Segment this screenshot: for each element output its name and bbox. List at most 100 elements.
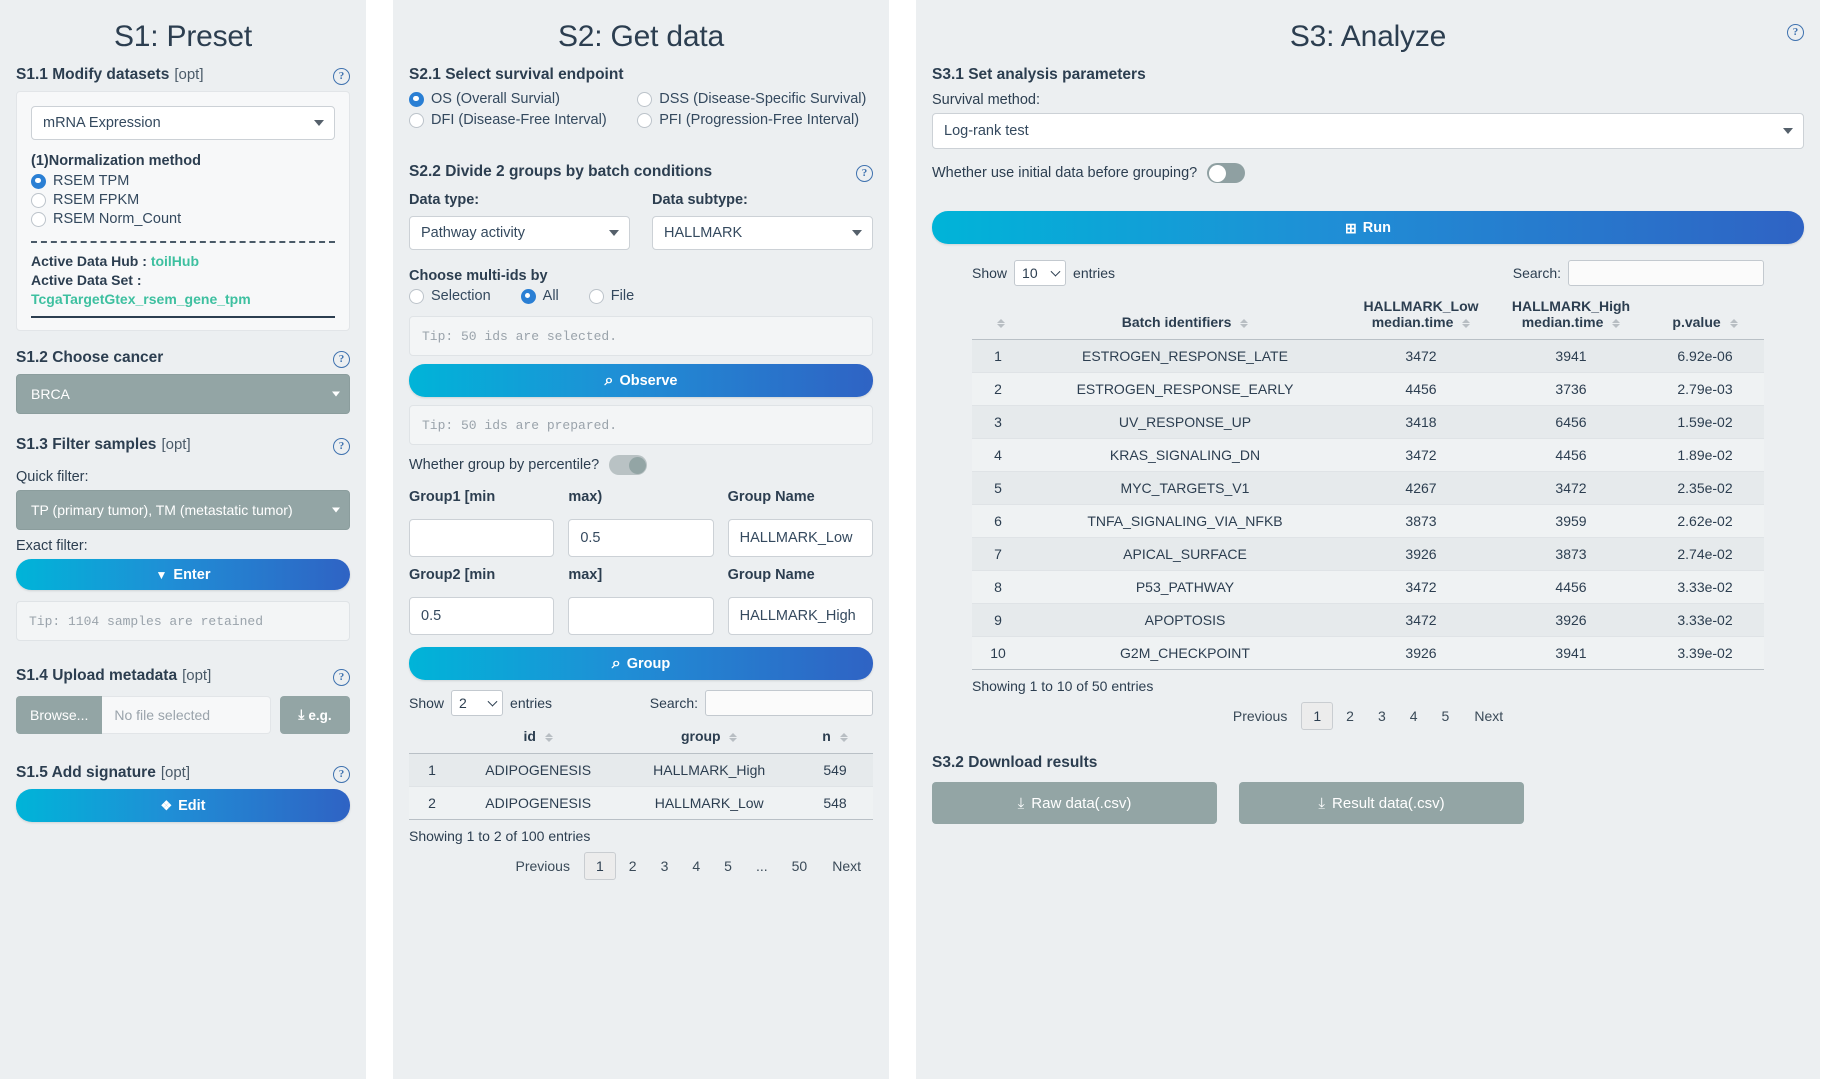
s1-2-heading: S1.2 Choose cancer [16, 349, 164, 366]
s2-col-index [409, 722, 455, 754]
s3-col-hallmark-low[interactable]: HALLMARK_Low median.time [1346, 292, 1496, 340]
survival-method-select[interactable]: Log-rank test [932, 113, 1804, 149]
initial-data-toggle-label: Whether use initial data before grouping… [932, 165, 1198, 181]
radio-pfi[interactable]: PFI (Progression-Free Interval) [637, 112, 873, 128]
s3-col-batch-identifiers[interactable]: Batch identifiers [1024, 292, 1346, 340]
s3-page-2[interactable]: 2 [1335, 703, 1365, 729]
s1-1-heading-text: S1.1 Modify datasets [16, 66, 170, 83]
group1-min-input[interactable] [409, 519, 555, 557]
data-type-select[interactable]: Pathway activity [409, 216, 630, 250]
s2-page-50[interactable]: 50 [781, 853, 819, 879]
cancer-select[interactable]: BRCA [16, 374, 350, 414]
s2-page-previous[interactable]: Previous [504, 853, 582, 879]
s3-r4-p: 2.35e-02 [1646, 471, 1764, 505]
s3-page-4[interactable]: 4 [1399, 703, 1429, 729]
exact-filter-label: Exact filter: [16, 538, 88, 554]
help-icon[interactable]: ? [333, 766, 350, 783]
s3-col-index[interactable] [972, 292, 1024, 340]
help-icon[interactable]: ? [333, 68, 350, 85]
s3-search-input[interactable] [1568, 260, 1764, 286]
group2-name-input[interactable]: HALLMARK_High [727, 597, 873, 635]
s2-page-4[interactable]: 4 [681, 853, 711, 879]
s1-1-card: mRNA Expression (1)Normalization method … [16, 91, 350, 331]
s3-page-1[interactable]: 1 [1301, 702, 1334, 730]
s2-search-input[interactable] [705, 690, 873, 716]
s3-r3-idx: 4 [972, 438, 1024, 472]
radio-dfi[interactable]: DFI (Disease-Free Interval) [409, 112, 627, 128]
radio-rsem-norm-count[interactable]: RSEM Norm_Count [31, 211, 335, 227]
s3-r4-name: MYC_TARGETS_V1 [1024, 471, 1346, 505]
help-icon[interactable]: ? [1787, 24, 1804, 41]
file-input[interactable]: Browse... No file selected [16, 696, 271, 734]
data-subtype-select[interactable]: HALLMARK [652, 216, 873, 250]
s3-r0-name: ESTROGEN_RESPONSE_LATE [1024, 339, 1346, 373]
radio-file[interactable]: File [588, 288, 634, 304]
group-button[interactable]: ⌕ Group [409, 647, 873, 680]
table-row: 8 P53_PATHWAY 3472 4456 3.33e-02 [972, 570, 1764, 604]
s3-r8-high: 3926 [1496, 603, 1646, 637]
s2-page-5[interactable]: 5 [713, 853, 743, 879]
group1-max-input[interactable]: 0.5 [568, 519, 714, 557]
s3-page-size-select[interactable]: 10 [1014, 260, 1067, 286]
group1-name-input[interactable]: HALLMARK_Low [727, 519, 873, 557]
s3-col-pvalue-label: p.value [1672, 314, 1721, 330]
radio-all[interactable]: All [520, 288, 559, 304]
s2-col-id[interactable]: id [455, 722, 622, 754]
group2-min-input[interactable]: 0.5 [409, 597, 555, 635]
s2-page-3[interactable]: 3 [650, 853, 680, 879]
sort-icon [1612, 318, 1621, 329]
radio-rsem-tpm[interactable]: RSEM TPM [31, 173, 335, 189]
radio-rsem-fpkm[interactable]: RSEM FPKM [31, 192, 335, 208]
help-icon[interactable]: ? [333, 438, 350, 455]
s3-r9-name: G2M_CHECKPOINT [1024, 636, 1346, 670]
s3-r5-low: 3873 [1346, 504, 1496, 538]
radio-dss[interactable]: DSS (Disease-Specific Survival) [637, 91, 873, 107]
edit-signature-button[interactable]: ❖ Edit [16, 789, 350, 822]
download-result-data-button[interactable]: ⤓ Result data(.csv) [1239, 782, 1524, 824]
browse-button[interactable]: Browse... [16, 696, 103, 734]
s3-col-pvalue[interactable]: p.value [1646, 292, 1764, 340]
s2-page-2[interactable]: 2 [618, 853, 648, 879]
s2-page-1[interactable]: 1 [583, 852, 616, 880]
s1-5-header-row: S1.5 Add signature [opt] ? [16, 764, 350, 789]
initial-data-toggle[interactable] [1207, 163, 1246, 183]
s2-row1-index: 2 [409, 786, 455, 820]
toggle-knob [1208, 164, 1226, 182]
percentile-toggle[interactable] [609, 455, 648, 475]
table-row: 6 TNFA_SIGNALING_VIA_NFKB 3873 3959 2.62… [972, 504, 1764, 538]
s3-page-previous[interactable]: Previous [1221, 703, 1299, 729]
download-raw-data-button[interactable]: ⤓ Raw data(.csv) [932, 782, 1217, 824]
s3-col-hallmark-high[interactable]: HALLMARK_High median.time [1496, 292, 1646, 340]
run-button[interactable]: ⊞ Run [932, 211, 1804, 244]
s3-search-group: Search: [1513, 260, 1764, 286]
s2-page-next[interactable]: Next [820, 853, 873, 879]
active-data-hub-row: Active Data Hub : toilHub [31, 252, 335, 271]
observe-button[interactable]: ⌕ Observe [409, 364, 873, 397]
example-download-button[interactable]: ⤓ e.g. [280, 696, 350, 734]
s2-entries-label: entries [510, 695, 553, 711]
radio-os[interactable]: OS (Overall Survial) [409, 91, 627, 107]
percentile-toggle-label: Whether group by percentile? [409, 457, 600, 473]
help-icon[interactable]: ? [333, 669, 350, 686]
s2-col-n[interactable]: n [797, 722, 873, 754]
download-raw-label: Raw data(.csv) [1031, 794, 1132, 812]
s3-page-5[interactable]: 5 [1431, 703, 1461, 729]
group2-max-input[interactable] [568, 597, 714, 635]
s3-page-next[interactable]: Next [1462, 703, 1515, 729]
quick-filter-select[interactable]: TP (primary tumor), TM (metastatic tumor… [16, 490, 350, 530]
s3-r1-idx: 2 [972, 372, 1024, 406]
panel-s2-get-data: S2: Get data S2.1 Select survival endpoi… [393, 0, 889, 1079]
radio-dot-icon [31, 211, 46, 227]
dataset-select[interactable]: mRNA Expression [31, 106, 335, 140]
s2-col-n-label: n [822, 728, 831, 744]
help-icon[interactable]: ? [333, 351, 350, 368]
s3-r3-high: 4456 [1496, 438, 1646, 472]
help-icon[interactable]: ? [856, 165, 873, 182]
enter-button[interactable]: ▼ Enter [16, 559, 350, 590]
s2-page-size-select[interactable]: 2 [451, 690, 504, 716]
s2-col-group[interactable]: group [621, 722, 797, 754]
edit-icon: ❖ [160, 798, 173, 813]
radio-selection[interactable]: Selection [409, 288, 491, 304]
chevron-down-icon [332, 507, 340, 513]
s3-page-3[interactable]: 3 [1367, 703, 1397, 729]
